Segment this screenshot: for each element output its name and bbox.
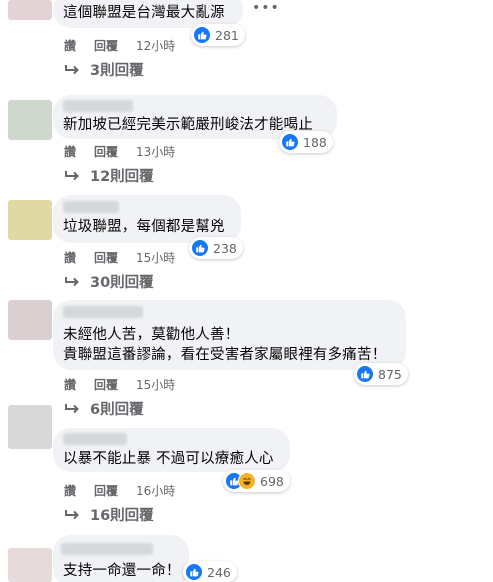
reaction-summary[interactable]: 246 [183, 561, 237, 582]
reply-arrow-icon [64, 403, 80, 415]
like-button[interactable]: 讚 [64, 249, 76, 266]
haha-icon [238, 472, 256, 490]
reply-arrow-icon [64, 509, 80, 521]
view-replies-button[interactable]: 12則回覆 [64, 165, 154, 186]
comment-text: 未經他人苦，莫勸他人善！ [63, 327, 240, 343]
avatar[interactable] [8, 300, 52, 340]
reaction-count: 698 [260, 473, 284, 489]
avatar[interactable] [8, 100, 52, 140]
view-replies-button[interactable]: 30則回覆 [64, 271, 154, 292]
like-icon [281, 133, 299, 151]
reaction-summary[interactable]: 698 [223, 470, 290, 492]
replies-label: 30則回覆 [90, 275, 154, 291]
replies-label: 12則回覆 [90, 169, 154, 185]
comment-bubble: 垃圾聯盟，每個都是幫兇 [53, 195, 241, 243]
timestamp[interactable]: 13小時 [136, 143, 175, 160]
replies-label: 3則回覆 [90, 63, 144, 79]
more-options-icon[interactable]: ••• [252, 0, 280, 16]
comment-actions: 讚 回覆 12小時 [64, 37, 175, 54]
reply-button[interactable]: 回覆 [94, 37, 118, 54]
replies-label: 6則回覆 [90, 402, 144, 418]
avatar[interactable] [8, 200, 52, 240]
timestamp[interactable]: 16小時 [136, 482, 175, 499]
author-name[interactable] [63, 100, 133, 112]
reaction-summary[interactable]: 188 [279, 131, 333, 153]
comment-bubble: 未經他人苦，莫勸他人善！ 貴聯盟這番謬論，看在受害者家屬眼裡有多痛苦！ [53, 300, 406, 370]
comment-bubble: 以暴不能止暴 不過可以療癒人心 [53, 428, 290, 472]
comment-text: 新加坡已經完美示範嚴刑峻法才能喝止 [63, 117, 313, 133]
comment-bubble: 支持一命還一命！ [53, 535, 189, 582]
reply-arrow-icon [64, 64, 80, 76]
like-button[interactable]: 讚 [64, 482, 76, 499]
reaction-summary[interactable]: 875 [354, 363, 408, 385]
like-icon [193, 26, 211, 44]
reaction-count: 188 [303, 134, 327, 150]
avatar[interactable] [8, 0, 52, 20]
reaction-summary[interactable]: 238 [189, 237, 243, 259]
reply-arrow-icon [64, 276, 80, 288]
like-button[interactable]: 讚 [64, 37, 76, 54]
reply-button[interactable]: 回覆 [94, 143, 118, 160]
like-icon [185, 563, 203, 581]
timestamp[interactable]: 15小時 [136, 249, 175, 266]
comment-text: 貴聯盟這番謬論，看在受害者家屬眼裡有多痛苦！ [63, 347, 387, 363]
author-name[interactable] [63, 306, 143, 318]
comment-actions: 讚 回覆 15小時 [64, 376, 175, 393]
comment-text: 以暴不能止暴 不過可以療癒人心 [63, 451, 274, 467]
like-button[interactable]: 讚 [64, 143, 76, 160]
timestamp[interactable]: 12小時 [136, 37, 175, 54]
comment-actions: 讚 回覆 16小時 [64, 482, 175, 499]
view-replies-button[interactable]: 16則回覆 [64, 504, 154, 525]
reaction-count: 238 [213, 240, 237, 256]
reply-button[interactable]: 回覆 [94, 376, 118, 393]
replies-label: 16則回覆 [90, 508, 154, 524]
author-name[interactable] [63, 433, 127, 445]
like-icon [191, 239, 209, 257]
reaction-count: 246 [207, 564, 231, 580]
reaction-count: 281 [215, 27, 239, 43]
reaction-summary[interactable]: 281 [191, 24, 245, 46]
comment-actions: 讚 回覆 15小時 [64, 249, 175, 266]
avatar[interactable] [8, 548, 52, 582]
reply-button[interactable]: 回覆 [94, 482, 118, 499]
like-icon [356, 365, 374, 383]
author-name[interactable] [63, 201, 119, 213]
reply-button[interactable]: 回覆 [94, 249, 118, 266]
view-replies-button[interactable]: 3則回覆 [64, 59, 144, 80]
comment-text: 這個聯盟是台灣最大亂源 [63, 5, 225, 21]
timestamp[interactable]: 15小時 [136, 376, 175, 393]
reaction-count: 875 [378, 366, 402, 382]
reply-arrow-icon [64, 170, 80, 182]
avatar[interactable] [8, 405, 52, 449]
comment-actions: 讚 回覆 13小時 [64, 143, 175, 160]
view-replies-button[interactable]: 6則回覆 [64, 398, 144, 419]
comment-text: 垃圾聯盟，每個都是幫兇 [63, 219, 225, 235]
like-button[interactable]: 讚 [64, 376, 76, 393]
author-name[interactable] [61, 543, 153, 555]
comment-text: 支持一命還一命！ [63, 563, 181, 579]
